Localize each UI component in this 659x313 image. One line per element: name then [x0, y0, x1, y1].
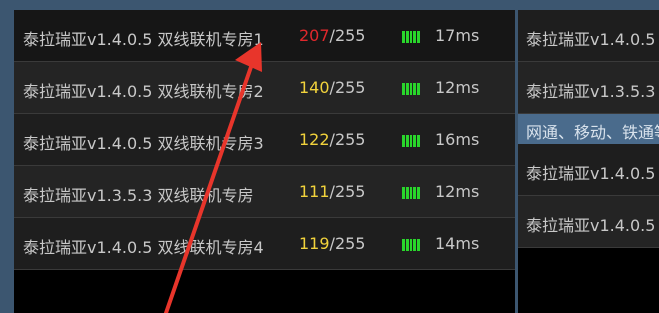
server-name: 泰拉瑞亚v1.4.0.5 双线联机专房3 — [23, 134, 264, 153]
ping-value: 12ms — [435, 182, 480, 201]
right-server-name: 泰拉瑞亚v1.4.0.5 电 — [526, 30, 659, 49]
player-load: 122/255 — [299, 130, 365, 149]
player-max: /255 — [329, 234, 366, 253]
server-row-4[interactable]: 泰拉瑞亚v1.3.5.3 双线联机专房 111/255 12ms — [14, 166, 515, 218]
player-max: /255 — [329, 26, 366, 45]
server-row-5[interactable]: 泰拉瑞亚v1.4.0.5 双线联机专房4 119/255 14ms — [14, 218, 515, 270]
right-lower-blank — [518, 258, 659, 313]
server-name: 泰拉瑞亚v1.3.5.3 双线联机专房 — [23, 186, 254, 205]
right-top-band — [515, 0, 659, 10]
ping-value: 14ms — [435, 234, 480, 253]
right-server-row-1[interactable]: 泰拉瑞亚v1.4.0.5 电 — [518, 10, 659, 62]
right-server-row-3[interactable]: 泰拉瑞亚v1.4.0.5 联 — [518, 144, 659, 196]
signal-strength-icon — [402, 187, 420, 199]
right-server-name: 泰拉瑞亚v1.3.5.3 电 — [526, 82, 659, 101]
server-row-1[interactable]: 泰拉瑞亚v1.4.0.5 双线联机专房1 207/255 17ms — [14, 10, 515, 62]
player-count: 119 — [299, 234, 330, 253]
signal-strength-icon — [402, 135, 420, 147]
signal-strength-icon — [402, 239, 420, 251]
player-count: 122 — [299, 130, 330, 149]
signal-strength-icon — [402, 83, 420, 95]
server-row-3[interactable]: 泰拉瑞亚v1.4.0.5 双线联机专房3 122/255 16ms — [14, 114, 515, 166]
right-server-row-2[interactable]: 泰拉瑞亚v1.3.5.3 电 — [518, 62, 659, 114]
right-server-name: 泰拉瑞亚v1.4.0.5 联 — [526, 164, 659, 183]
player-count: 111 — [299, 182, 330, 201]
player-max: /255 — [329, 130, 366, 149]
player-load: 207/255 — [299, 26, 365, 45]
right-server-name: 泰拉瑞亚v1.4.0.5 联 — [526, 216, 659, 235]
top-band — [0, 0, 517, 10]
group-header-label: 网通、移动、铁通等 — [526, 123, 659, 142]
ping-value: 12ms — [435, 78, 480, 97]
player-max: /255 — [329, 182, 366, 201]
player-load: 111/255 — [299, 182, 365, 201]
player-count: 207 — [299, 26, 330, 45]
left-frame — [0, 0, 14, 313]
right-group-header[interactable]: 网通、移动、铁通等 — [518, 114, 659, 144]
server-list: 泰拉瑞亚v1.4.0.5 双线联机专房1 207/255 17ms 泰拉瑞亚v1… — [14, 10, 515, 272]
ping-value: 17ms — [435, 26, 480, 45]
right-server-row-4[interactable]: 泰拉瑞亚v1.4.0.5 联 — [518, 196, 659, 248]
player-count: 140 — [299, 78, 330, 97]
server-name: 泰拉瑞亚v1.4.0.5 双线联机专房1 — [23, 30, 264, 49]
player-load: 140/255 — [299, 78, 365, 97]
player-max: /255 — [329, 78, 366, 97]
server-row-2[interactable]: 泰拉瑞亚v1.4.0.5 双线联机专房2 140/255 12ms — [14, 62, 515, 114]
server-name: 泰拉瑞亚v1.4.0.5 双线联机专房4 — [23, 238, 264, 257]
player-load: 119/255 — [299, 234, 365, 253]
ping-value: 16ms — [435, 130, 480, 149]
server-name: 泰拉瑞亚v1.4.0.5 双线联机专房2 — [23, 82, 264, 101]
server-list-window: 泰拉瑞亚v1.4.0.5 双线联机专房1 207/255 17ms 泰拉瑞亚v1… — [0, 0, 659, 313]
signal-strength-icon — [402, 31, 420, 43]
right-server-list: 泰拉瑞亚v1.4.0.5 电 泰拉瑞亚v1.3.5.3 电 网通、移动、铁通等 … — [518, 10, 659, 258]
